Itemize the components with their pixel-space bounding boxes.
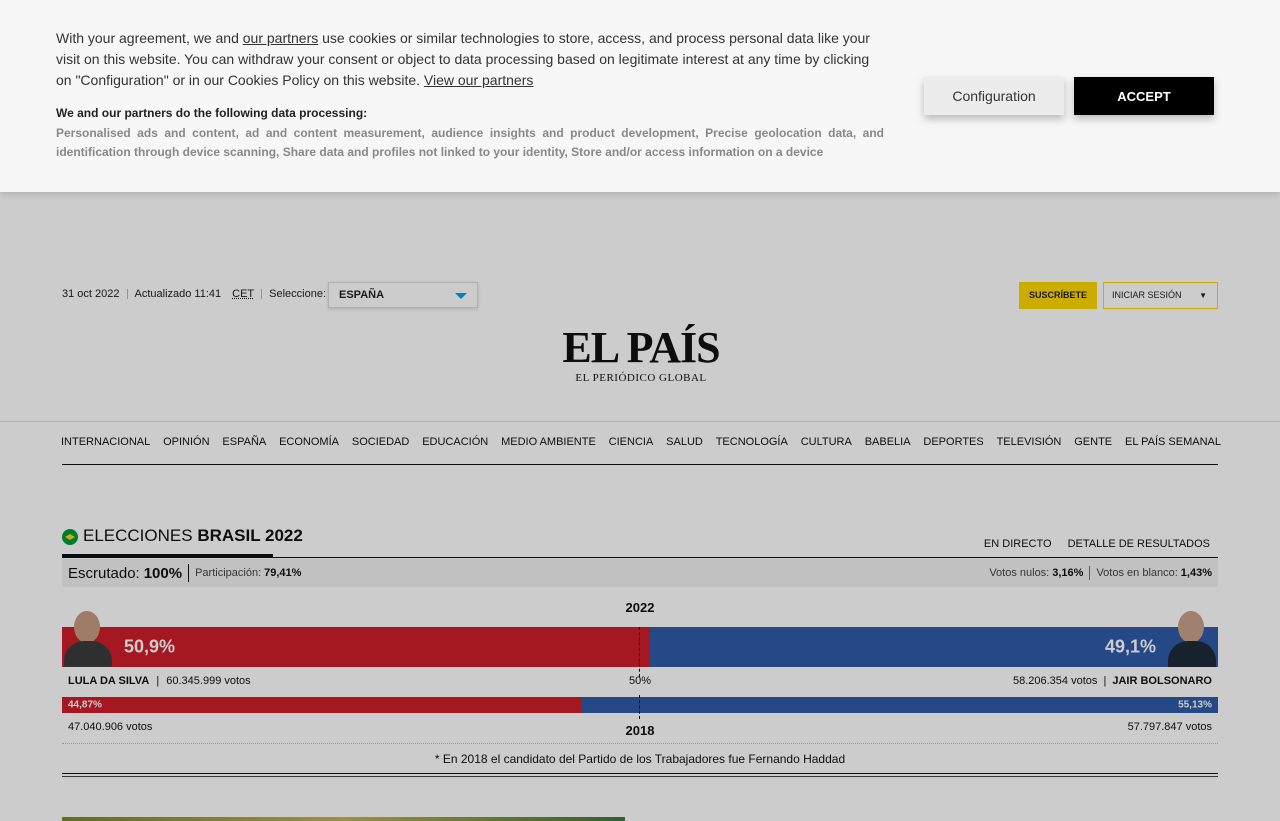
processing-heading: We and our partners do the following dat… xyxy=(56,106,368,120)
configuration-button[interactable]: Configuration xyxy=(924,77,1064,115)
partners-link[interactable]: our partners xyxy=(243,30,318,46)
processing-list: Personalised ads and content, ad and con… xyxy=(56,126,884,159)
view-partners-link[interactable]: View our partners xyxy=(424,72,533,88)
cookie-text: With your agreement, we and our partners… xyxy=(56,28,884,91)
cookie-banner: With your agreement, we and our partners… xyxy=(0,0,1280,192)
accept-button[interactable]: ACCEPT xyxy=(1074,77,1214,115)
cookie-text-part1: With your agreement, we and xyxy=(56,30,239,46)
